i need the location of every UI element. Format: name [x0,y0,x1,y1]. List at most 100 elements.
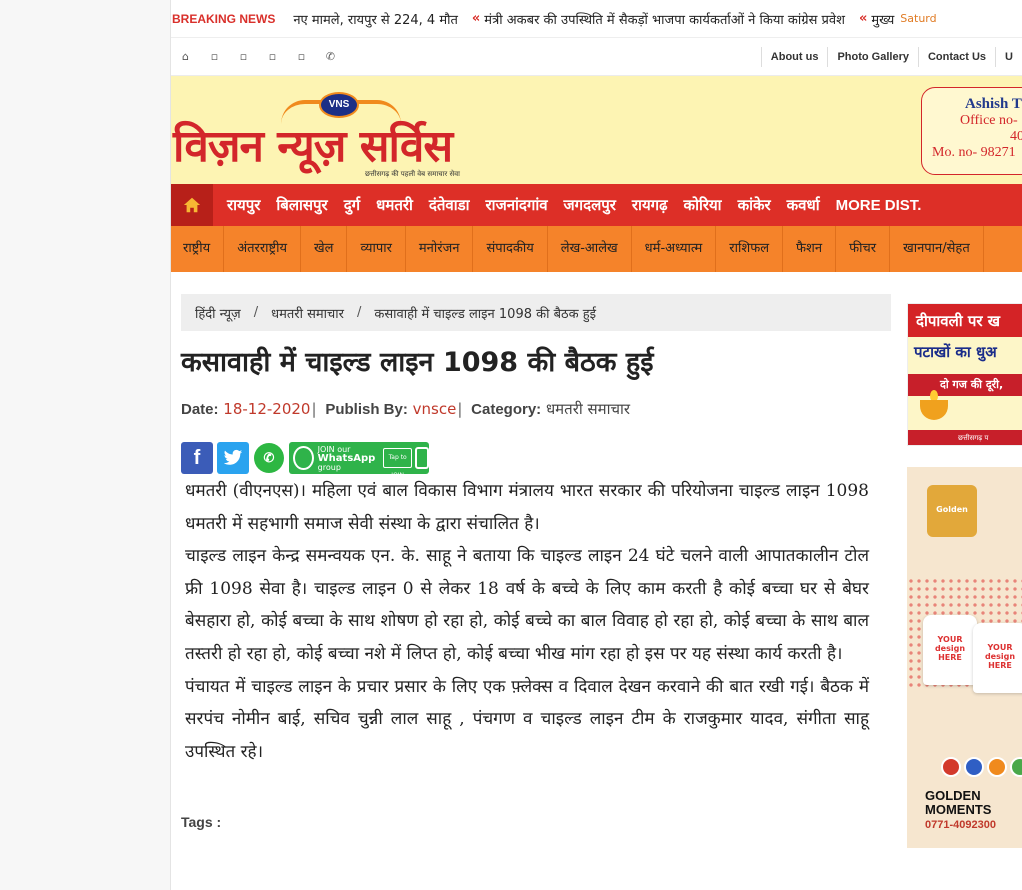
tags-label: Tags : [181,814,222,831]
nav-item-articles[interactable]: लेख-आलेख [548,226,632,272]
breaking-news-item[interactable]: मुख्य [871,10,894,28]
nav-item-kawardha[interactable]: कवर्धा [779,195,828,215]
article-body: धमतरी (वीएनएस)। महिला एवं बाल विकास विभा… [181,475,869,768]
left-gutter [0,0,171,890]
diya-icon [920,400,948,420]
color-swatch-green [1010,757,1022,777]
article-paragraph: धमतरी (वीएनएस)। महिला एवं बाल विकास विभा… [185,481,869,534]
article-category[interactable]: धमतरी समाचार [546,400,630,418]
nav-item-raipur[interactable]: रायपुर [219,195,268,215]
nav-item-bilaspur[interactable]: बिलासपुर [268,195,335,215]
contact-us-link[interactable]: Contact Us [917,46,995,67]
instagram-icon[interactable]: ▫ [287,50,316,63]
category-label: Category: [471,401,542,418]
nav-item-sports[interactable]: खेल [301,226,348,272]
breadcrumb-home[interactable]: हिंदी न्यूज़ [195,304,241,322]
home-icon[interactable] [171,184,213,226]
nav-item-international[interactable]: अंतरराष्ट्रीय [224,226,302,272]
diwali-ad-banner[interactable]: दीपावली पर ख पटाखों का धुअ दो गज की दूरी… [907,303,1022,446]
nav-item-dhamtari[interactable]: धमतरी [368,195,421,215]
contact-office: Office no- [960,113,1018,128]
meta-divider: | [311,400,317,418]
nav-item-entertainment[interactable]: मनोरंजन [406,226,474,272]
breadcrumb-separator: / [253,305,259,320]
share-bar: f ✆ JOIN our WhatsApp group Tap to JOIN [181,442,891,479]
nav-item-religion[interactable]: धर्म-अध्यात्म [632,226,717,272]
ad-brand-name: GOLDEN MOMENTS [925,788,992,817]
nav-item-kanker[interactable]: कांकेर [730,195,779,215]
youtube-icon[interactable]: ▫ [258,50,287,63]
article-publisher[interactable]: vnsce [413,400,457,418]
phone-icon [415,447,429,469]
twitter-share-button[interactable] [217,442,249,474]
article-paragraph: चाइल्ड लाइन केन्द्र समन्वयक एन. के. साहू… [185,546,869,664]
tshirt-image: YOUR design HERE [923,615,977,685]
logo-tagline: छत्तीसगढ़ की पहली वेब समाचार सेवा [365,170,460,178]
twitter-icon[interactable]: ▫ [229,50,258,63]
whatsapp-join-banner[interactable]: JOIN our WhatsApp group Tap to JOIN [289,442,429,479]
article-date: 18-12-2020 [223,400,311,418]
photo-gallery-link[interactable]: Photo Gallery [827,46,918,67]
contact-mobile: Mo. no- 98271 [932,145,1016,160]
double-chevron-icon: « [471,11,481,26]
home-icon[interactable]: ⌂ [171,50,200,63]
social-links: ⌂ ▫ ▫ ▫ ▫ ✆ [171,50,345,63]
about-us-link[interactable]: About us [760,46,828,67]
contact-office-number: 40 [1010,129,1022,144]
article-meta: Date: 18-12-2020| Publish By: vnsce| Cat… [181,399,891,419]
nav-item-business[interactable]: व्यापार [347,226,406,272]
ad-strip: दो गज की दूरी, [908,374,1022,396]
nav-item-durg[interactable]: दुर्ग [336,195,368,215]
color-swatch-orange [987,757,1007,777]
article-content: हिंदी न्यूज़ / धमतरी समाचार / कसावाही मे… [181,294,891,830]
golden-moments-ad[interactable]: Golden YOUR design HERE YOUR design HERE… [907,467,1022,848]
ad-footer: छत्तीसगढ़ प [908,430,1022,445]
breadcrumb-separator: / [356,305,362,320]
masthead: VNS विज़न न्यूज़ सर्विस छत्तीसगढ़ की पहल… [171,76,1022,184]
whatsapp-share-button[interactable]: ✆ [253,442,285,474]
breaking-news-ticker: BREAKING NEWS नए मामले, रायपुर से 224, 4… [171,0,1022,38]
whatsapp-icon[interactable]: ✆ [316,50,345,63]
top-link-truncated[interactable]: U [995,46,1022,67]
meta-divider: | [457,400,463,418]
nav-item-horoscope[interactable]: राशिफल [716,226,784,272]
color-swatch-red [941,757,961,777]
facebook-icon: f [193,446,201,469]
date-label: Date: [181,401,219,418]
golden-badge: Golden [927,485,977,537]
ad-phone: 0771-4092300 [925,819,996,831]
article-paragraph: पंचायत में चाइल्ड लाइन के प्रचार प्रसार … [185,676,869,762]
nav-item-feature[interactable]: फीचर [836,226,891,272]
breaking-news-item[interactable]: नए मामले, रायपुर से 224, 4 मौत [293,10,458,28]
site-logo[interactable]: VNS विज़न न्यूज़ सर्विस छत्तीसगढ़ की पहल… [173,88,493,178]
more-districts-menu[interactable]: MORE DIST. [828,197,922,214]
current-date: Saturd [900,12,937,25]
nav-item-food-health[interactable]: खानपान/सेहत [890,226,984,272]
breadcrumb-category[interactable]: धमतरी समाचार [271,304,344,322]
breaking-news-label: BREAKING NEWS [172,11,276,26]
top-bar: ⌂ ▫ ▫ ▫ ▫ ✆ About us Photo Gallery Conta… [171,38,1022,76]
nav-item-dantewada[interactable]: दंतेवाडा [421,195,478,215]
double-chevron-icon: « [858,11,868,26]
facebook-share-button[interactable]: f [181,442,213,474]
nav-item-rajnandgaon[interactable]: राजनांदगांव [478,195,556,215]
nav-item-fashion[interactable]: फैशन [783,226,837,272]
nav-item-editorial[interactable]: संपादकीय [473,226,548,272]
nav-item-koriya[interactable]: कोरिया [676,195,730,215]
ad-headline: दीपावली पर ख [908,304,1022,337]
logo-title: विज़न न्यूज़ सर्विस [173,121,453,172]
color-swatch-blue [964,757,984,777]
article-title: कसावाही में चाइल्ड लाइन 1098 की बैठक हुई [181,347,654,378]
nav-item-raigarh[interactable]: रायगढ़ [624,195,676,215]
ad-subheadline: पटाखों का धुअ [914,343,997,361]
whatsapp-join-text: JOIN our WhatsApp group [318,445,376,472]
page-wrapper: BREAKING NEWS नए मामले, रायपुर से 224, 4… [171,0,1022,890]
tshirt-image: YOUR design HERE [973,623,1022,693]
join-line2: WhatsApp [317,452,376,464]
category-nav: राष्ट्रीय अंतरराष्ट्रीय खेल व्यापार मनोर… [171,226,1022,272]
facebook-icon[interactable]: ▫ [200,50,229,63]
breaking-news-item[interactable]: मंत्री अकबर की उपस्थिति में सैकड़ों भाजप… [484,10,845,28]
tap-to-join-box: Tap to JOIN [383,448,412,479]
nav-item-jagdalpur[interactable]: जगदलपुर [556,195,624,215]
nav-item-national[interactable]: राष्ट्रीय [171,226,225,272]
